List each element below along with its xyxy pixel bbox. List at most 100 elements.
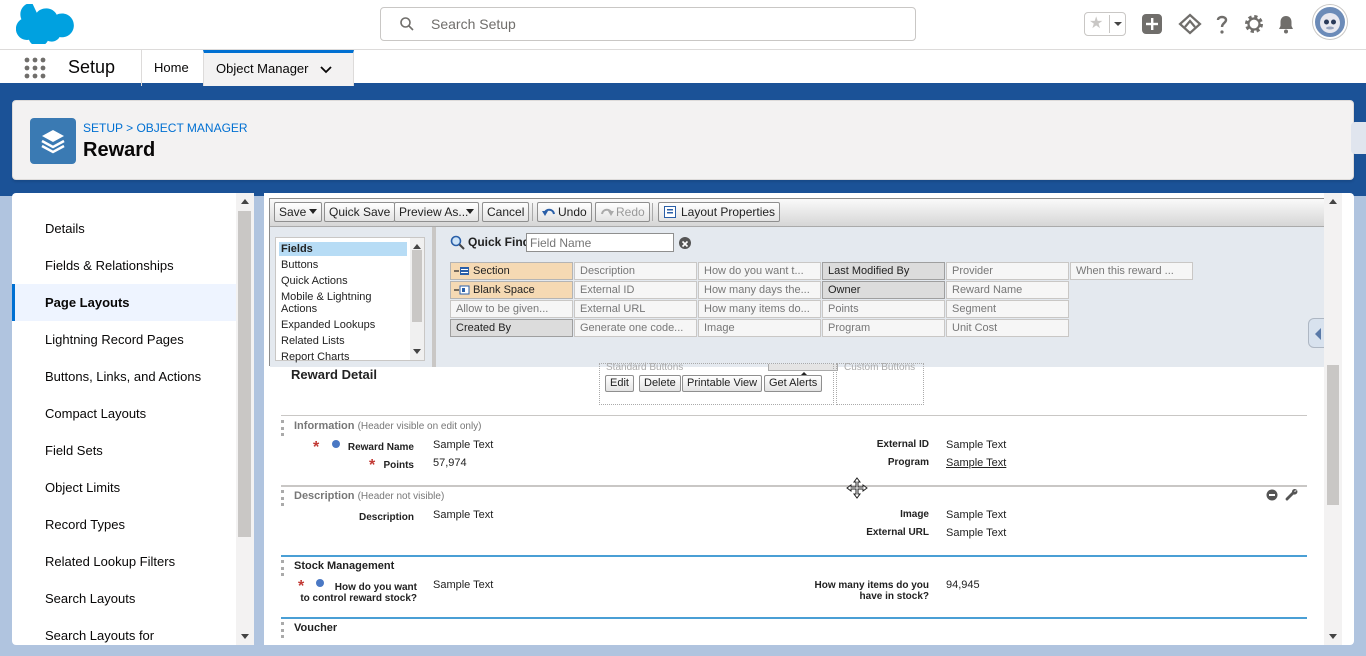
quick-find-input[interactable] bbox=[526, 233, 674, 252]
cancel-button[interactable]: Cancel bbox=[482, 202, 530, 222]
palette-item-field[interactable]: External URL bbox=[574, 300, 697, 318]
help-icon[interactable] bbox=[1210, 12, 1234, 36]
remove-section-icon[interactable] bbox=[1266, 489, 1278, 501]
sidebar-item-search-layouts[interactable]: Search Layouts bbox=[12, 580, 236, 617]
sidebar-item-page-layouts[interactable]: Page Layouts bbox=[12, 284, 236, 321]
category-buttons[interactable]: Buttons bbox=[279, 258, 407, 272]
sidebar-scrollbar[interactable] bbox=[236, 193, 254, 645]
palette-item-field[interactable]: How do you want t... bbox=[698, 262, 821, 280]
sidebar-item-details[interactable]: Details bbox=[12, 210, 236, 247]
palette-item-field[interactable]: Reward Name bbox=[946, 281, 1069, 299]
printable-view-button[interactable]: Printable View bbox=[682, 375, 763, 392]
scrollbar-thumb[interactable] bbox=[238, 211, 251, 537]
palette-item-field[interactable]: Unit Cost bbox=[946, 319, 1069, 337]
sidebar-item-field-sets[interactable]: Field Sets bbox=[12, 432, 236, 469]
category-fields[interactable]: Fields bbox=[279, 242, 407, 256]
sidebar-item-search-layouts-for[interactable]: Search Layouts for bbox=[12, 617, 236, 645]
layout-properties-button[interactable]: Layout Properties bbox=[658, 202, 781, 222]
category-mobile-lightning-actions[interactable]: Actions bbox=[279, 302, 407, 316]
favorites-button[interactable]: ★ bbox=[1084, 12, 1126, 36]
sidebar-item-compact-layouts[interactable]: Compact Layouts bbox=[12, 395, 236, 432]
palette-item-field[interactable]: External ID bbox=[574, 281, 697, 299]
user-avatar[interactable] bbox=[1313, 5, 1347, 39]
field-value[interactable]: Sample Text bbox=[946, 527, 1006, 539]
breadcrumb[interactable]: SETUP > OBJECT MANAGER bbox=[83, 121, 248, 135]
edit-button[interactable]: Edit bbox=[605, 375, 634, 392]
get-alerts-button[interactable]: Get Alerts bbox=[764, 375, 823, 392]
salesforce-logo[interactable] bbox=[16, 4, 74, 44]
setup-search[interactable] bbox=[380, 7, 916, 41]
section-information[interactable]: Information (Header visible on edit only… bbox=[281, 415, 1307, 485]
sidebar-item-object-limits[interactable]: Object Limits bbox=[12, 469, 236, 506]
category-report-charts[interactable]: Report Charts bbox=[279, 350, 407, 364]
sidebar-item-fields-relationships[interactable]: Fields & Relationships bbox=[12, 247, 236, 284]
favorites-dropdown[interactable] bbox=[1109, 15, 1125, 33]
trailhead-icon[interactable] bbox=[1178, 12, 1202, 36]
delete-button[interactable]: Delete bbox=[639, 375, 681, 392]
section-description[interactable]: Description (Header not visible) Descrip… bbox=[281, 477, 1307, 555]
palette-item-blank-space[interactable]: Blank Space bbox=[450, 281, 573, 299]
gear-icon[interactable] bbox=[1242, 12, 1266, 36]
field-value[interactable]: Sample Text bbox=[433, 579, 493, 591]
palette-item-field[interactable]: Last Modified By bbox=[822, 262, 945, 280]
field-value[interactable]: Sample Text bbox=[946, 509, 1006, 521]
scrollbar-thumb[interactable] bbox=[412, 250, 422, 322]
palette-item-field[interactable]: Image bbox=[698, 319, 821, 337]
chevron-down-icon[interactable] bbox=[320, 65, 332, 74]
chevron-down-icon[interactable] bbox=[465, 207, 475, 217]
palette-item-section[interactable]: Section bbox=[450, 262, 573, 280]
preview-as-button[interactable]: Preview As... bbox=[394, 202, 479, 222]
save-button[interactable]: Save bbox=[274, 202, 322, 222]
field-value[interactable]: 57,974 bbox=[433, 457, 467, 469]
field-value[interactable]: Sample Text bbox=[946, 457, 1006, 469]
scroll-up-icon[interactable] bbox=[413, 244, 421, 249]
field-value[interactable]: Sample Text bbox=[433, 439, 493, 451]
sidebar-item-lightning-record-pages[interactable]: Lightning Record Pages bbox=[12, 321, 236, 358]
sidebar-item-record-types[interactable]: Record Types bbox=[12, 506, 236, 543]
palette-item-field[interactable]: Description bbox=[574, 262, 697, 280]
clear-icon[interactable] bbox=[679, 237, 691, 249]
notifications-bell-icon[interactable] bbox=[1274, 12, 1298, 36]
tab-object-manager[interactable]: Object Manager bbox=[203, 50, 354, 86]
field-value[interactable]: 94,945 bbox=[946, 579, 980, 591]
field-value[interactable]: Sample Text bbox=[433, 509, 493, 521]
scrollbar-thumb[interactable] bbox=[1327, 365, 1339, 505]
add-icon[interactable] bbox=[1140, 12, 1164, 36]
app-launcher-icon[interactable] bbox=[24, 57, 46, 79]
chevron-down-icon[interactable] bbox=[308, 207, 318, 217]
scroll-down-icon[interactable] bbox=[1329, 634, 1337, 639]
wrench-icon[interactable] bbox=[1285, 488, 1299, 502]
undo-button[interactable]: Undo bbox=[537, 202, 592, 222]
scroll-down-icon[interactable] bbox=[241, 634, 249, 639]
tab-home[interactable]: Home bbox=[141, 50, 204, 86]
scroll-up-icon[interactable] bbox=[241, 199, 249, 204]
category-quick-actions[interactable]: Quick Actions bbox=[279, 274, 407, 288]
sidebar-item-related-lookup-filters[interactable]: Related Lookup Filters bbox=[12, 543, 236, 580]
palette-item-field[interactable]: Owner bbox=[822, 281, 945, 299]
search-input[interactable] bbox=[431, 14, 901, 34]
section-stock-management[interactable]: Stock Management * How do you want to co… bbox=[281, 555, 1307, 617]
palette-item-field[interactable]: Segment bbox=[946, 300, 1069, 318]
category-expanded-lookups[interactable]: Expanded Lookups bbox=[279, 318, 407, 332]
palette-item-field[interactable]: When this reward ... bbox=[1070, 262, 1193, 280]
palette-divider[interactable] bbox=[432, 227, 436, 367]
redo-button[interactable]: Redo bbox=[595, 202, 650, 222]
palette-item-field[interactable]: Provider bbox=[946, 262, 1069, 280]
palette-item-field[interactable]: How many days the... bbox=[698, 281, 821, 299]
editor-scrollbar[interactable] bbox=[1324, 193, 1342, 645]
palette-item-field[interactable]: How many items do... bbox=[698, 300, 821, 318]
palette-item-field[interactable]: Points bbox=[822, 300, 945, 318]
scroll-down-icon[interactable] bbox=[413, 349, 421, 354]
palette-item-field[interactable]: Generate one code... bbox=[574, 319, 697, 337]
side-panel-toggle[interactable] bbox=[1351, 122, 1366, 154]
palette-item-field[interactable]: Created By bbox=[450, 319, 573, 337]
palette-item-field[interactable]: Allow to be given... bbox=[450, 300, 573, 318]
category-scrollbar[interactable] bbox=[410, 238, 424, 360]
category-related-lists[interactable]: Related Lists bbox=[279, 334, 407, 348]
quick-save-button[interactable]: Quick Save bbox=[324, 202, 396, 222]
field-value[interactable]: Sample Text bbox=[946, 439, 1006, 451]
palette-item-field[interactable]: Program bbox=[822, 319, 945, 337]
section-voucher[interactable]: Voucher bbox=[281, 617, 1307, 645]
sidebar-item-buttons-links-actions[interactable]: Buttons, Links, and Actions bbox=[12, 358, 236, 395]
scroll-up-icon[interactable] bbox=[1329, 199, 1337, 204]
